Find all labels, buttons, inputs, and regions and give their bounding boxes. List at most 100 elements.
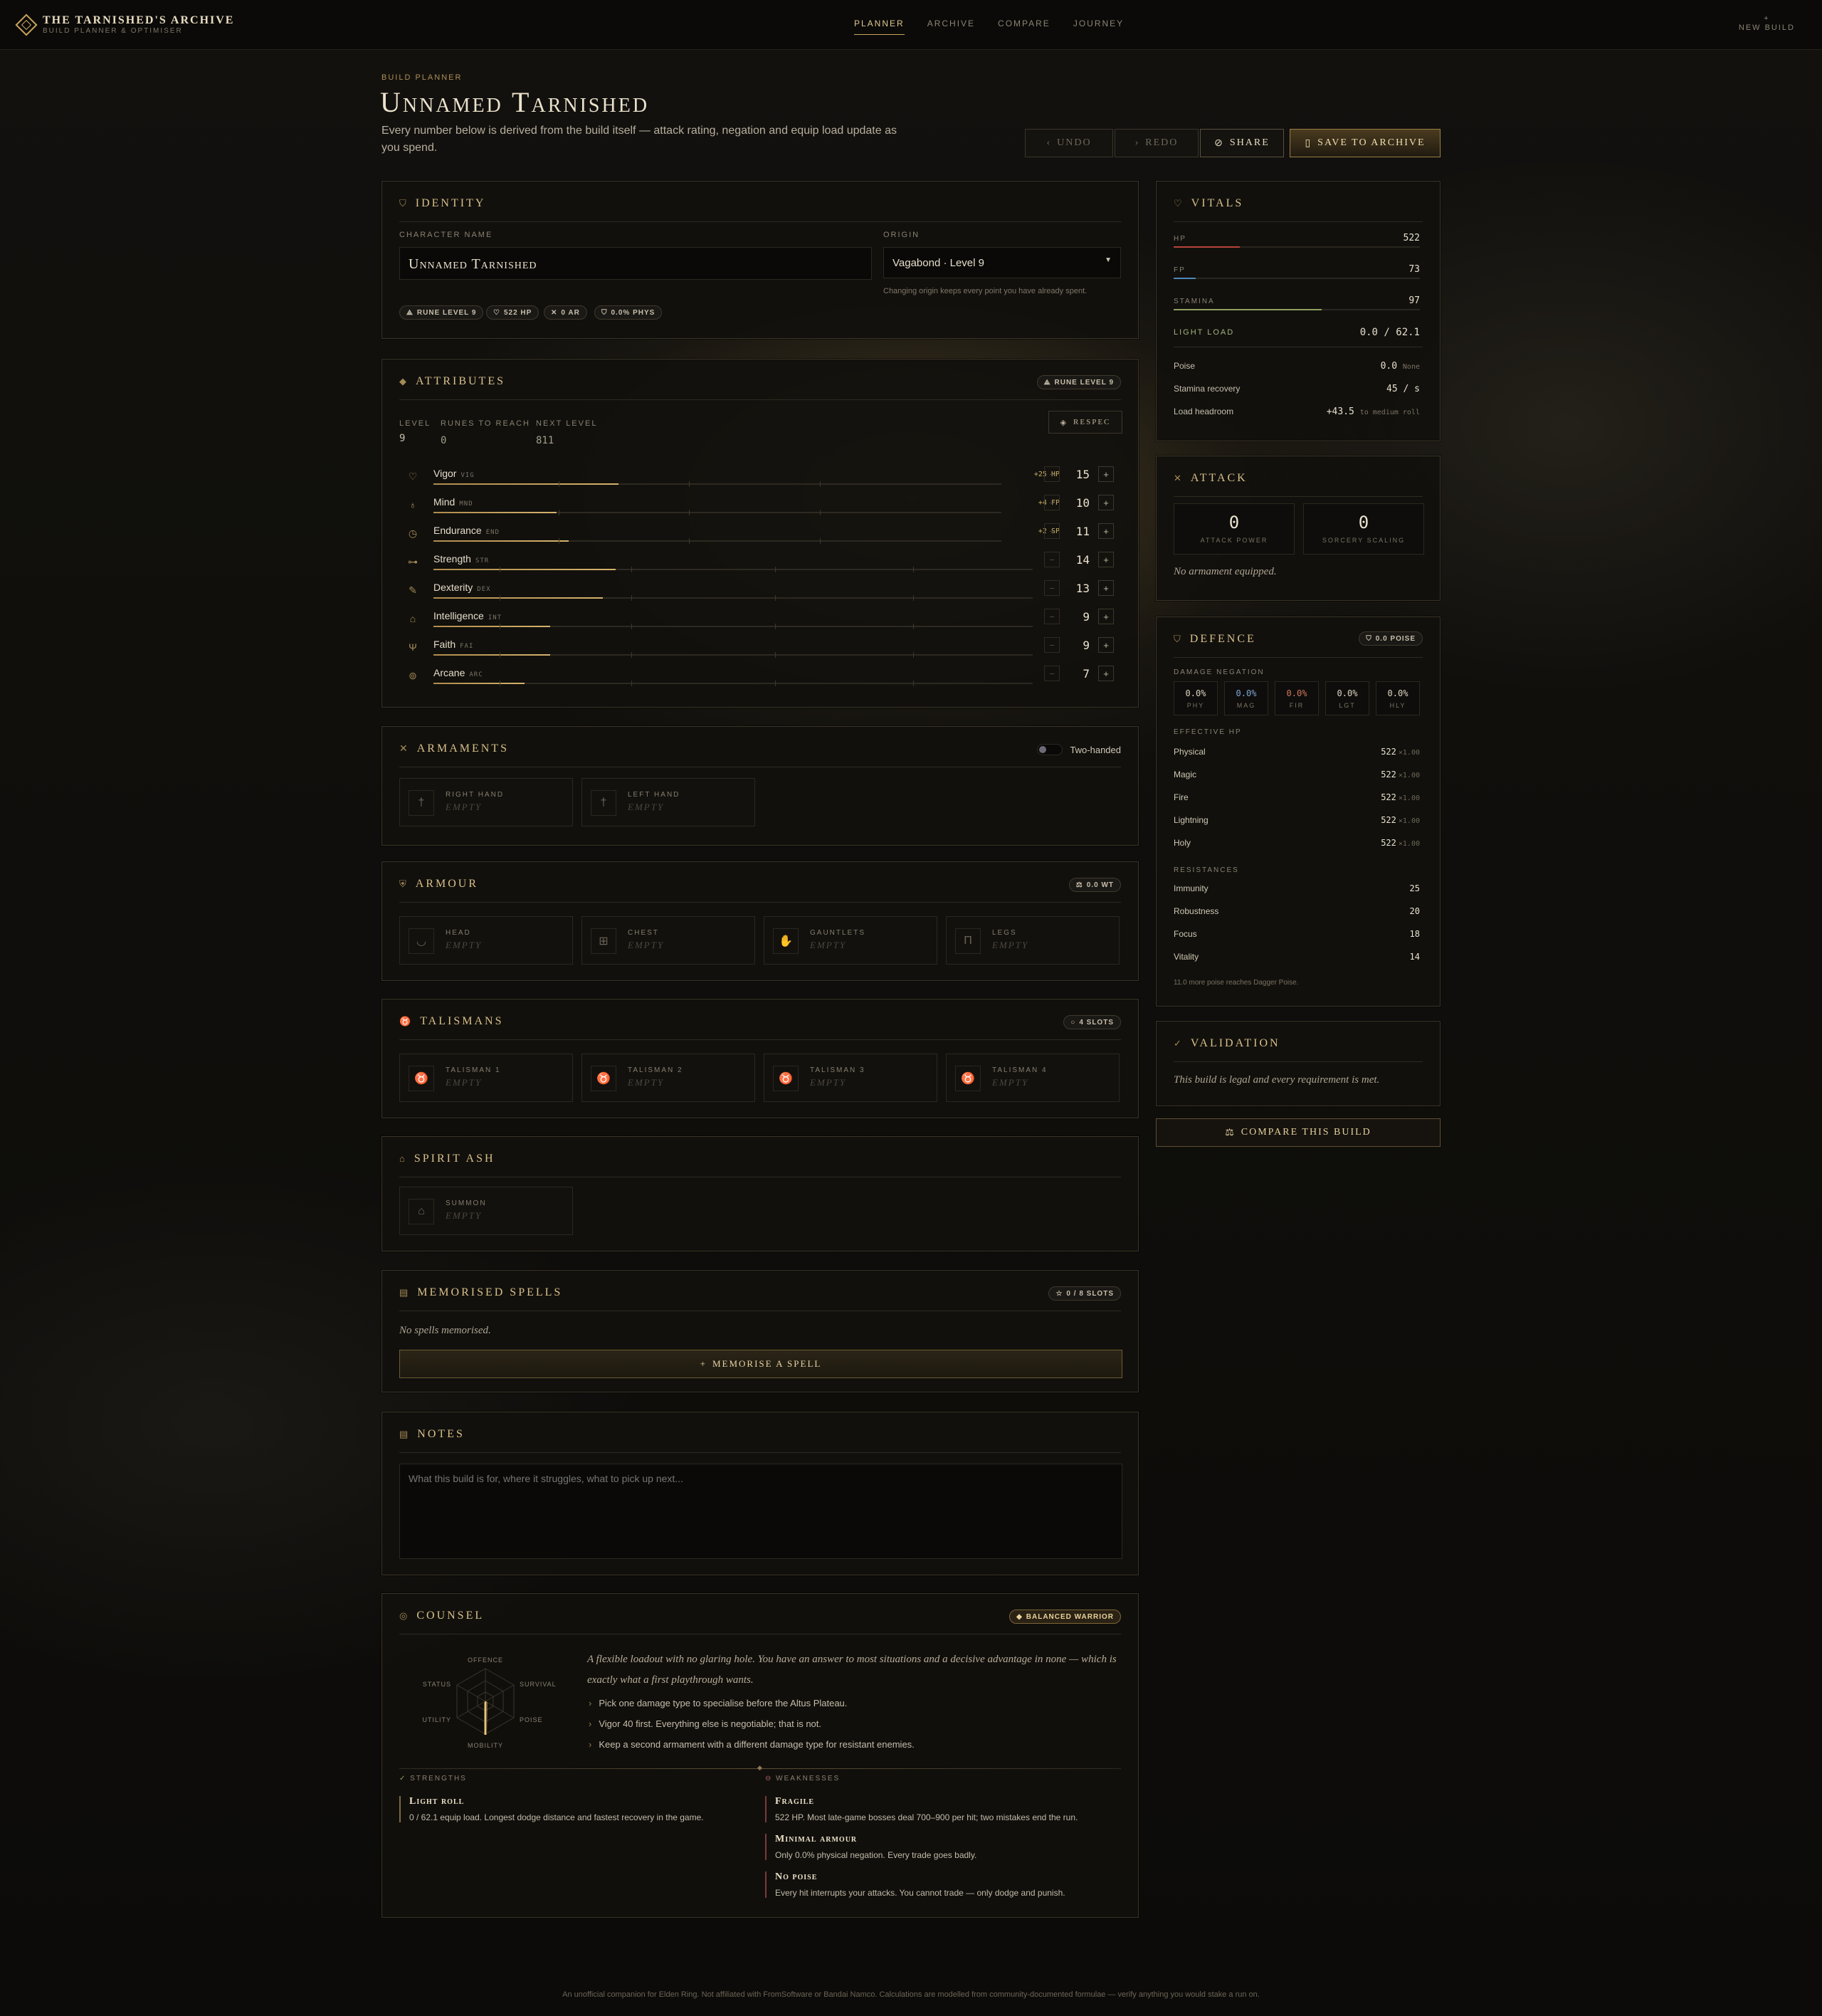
strengths-label-text: STRENGTHS [410, 1775, 467, 1783]
head-slot[interactable]: ◡ HEAD EMPTY [399, 916, 573, 965]
plus-icon: + [700, 1358, 707, 1369]
decrement-button[interactable]: − [1044, 466, 1060, 482]
attribute-value: 15 [1075, 468, 1090, 481]
attribute-fill [433, 597, 603, 599]
counsel-summary-line-1: A flexible loadout with no glaring hole.… [587, 1654, 1117, 1665]
diamond-logo-icon [15, 13, 38, 36]
increment-button[interactable]: + [1098, 495, 1114, 510]
decrement-button[interactable]: − [1044, 495, 1060, 510]
attribute-threshold-tick [913, 652, 914, 658]
attack-power-label: ATTACK POWER [1200, 537, 1268, 544]
left-hand-slot[interactable]: † LEFT HAND EMPTY [581, 778, 755, 826]
decrement-button[interactable]: − [1044, 580, 1060, 596]
decrement-button[interactable]: − [1044, 637, 1060, 653]
page-lead-line-2: you spend. [381, 142, 438, 154]
increment-button[interactable]: + [1098, 552, 1114, 567]
talisman-slot-4[interactable]: ♉ TALISMAN 4 EMPTY [946, 1054, 1120, 1102]
attribute-threshold-tick [913, 681, 914, 686]
ehp-multiplier: ×1.00 [1398, 772, 1420, 779]
radar-label-status: STATUS [423, 1681, 451, 1688]
attribute-name: Endurance END [433, 525, 500, 536]
decrement-button[interactable]: − [1044, 552, 1060, 567]
increment-button[interactable]: + [1098, 666, 1114, 681]
page-title: Unnamed Tarnished [380, 86, 650, 118]
counsel-tip: Keep a second armament with a different … [589, 1739, 914, 1750]
increment-button[interactable]: + [1098, 523, 1114, 539]
diamond-icon: ◆ [1016, 1612, 1023, 1621]
compare-build-button[interactable]: ⚖ COMPARE THIS BUILD [1156, 1118, 1441, 1147]
respec-button[interactable]: ◈ RESPEC [1048, 411, 1122, 434]
lamp-icon: ⌂ [409, 613, 416, 624]
new-build-button[interactable]: + NEW BUILD [1739, 14, 1795, 33]
shield-icon: ⛉ [399, 198, 409, 209]
slot-value: EMPTY [446, 940, 483, 950]
clock-icon: ◷ [408, 527, 418, 539]
talisman-slot-3[interactable]: ♉ TALISMAN 3 EMPTY [764, 1054, 937, 1102]
stamina-recovery-row: Stamina recovery 45 / s [1174, 384, 1420, 394]
diamond-icon: ◆ [399, 376, 409, 387]
increment-button[interactable]: + [1098, 580, 1114, 596]
attribute-fill [433, 626, 551, 627]
nav-compare[interactable]: COMPARE [998, 19, 1050, 28]
nav-archive[interactable]: ARCHIVE [927, 19, 975, 28]
load-headroom-row: Load headroom +43.5 to medium roll [1174, 406, 1420, 417]
two-handed-toggle[interactable]: Two-handed [1037, 744, 1121, 755]
toggle-switch[interactable] [1037, 744, 1063, 755]
star-icon: ☆ [1055, 1289, 1063, 1298]
origin-select[interactable]: Vagabond · Level 9 ▼ [883, 247, 1121, 278]
redo-button[interactable]: › REDO [1115, 129, 1199, 157]
sword-icon: † [591, 790, 616, 816]
talismans-title: TALISMANS [420, 1015, 504, 1027]
slot-value: EMPTY [446, 802, 483, 812]
vital-track [1174, 309, 1420, 310]
talisman-slot-2[interactable]: ♉ TALISMAN 2 EMPTY [581, 1054, 755, 1102]
negation-value: 0.0% [1387, 688, 1408, 698]
notes-textarea[interactable] [399, 1464, 1122, 1559]
nav-planner[interactable]: PLANNER [854, 19, 905, 35]
increment-button[interactable]: + [1098, 637, 1114, 653]
compare-build-label: COMPARE THIS BUILD [1241, 1127, 1371, 1138]
attribute-row-dexterity: ✎ Dexterity DEX − 13 + [399, 579, 1122, 607]
level-label: LEVEL [399, 419, 431, 428]
counsel-tip: Pick one damage type to specialise befor… [589, 1698, 847, 1708]
attack-power-value: 0 [1228, 513, 1240, 532]
resistance-row: Focus 18 [1174, 929, 1420, 939]
character-name-field[interactable]: Unnamed Tarnished [399, 247, 872, 280]
vital-fill [1174, 309, 1322, 310]
memorise-spell-button[interactable]: + MEMORISE A SPELL [399, 1350, 1122, 1378]
shield-icon: ⛉ [601, 308, 608, 317]
chest-slot[interactable]: ⊞ CHEST EMPTY [581, 916, 755, 965]
attribute-value: 9 [1083, 610, 1090, 624]
share-button[interactable]: ⊘ SHARE [1200, 129, 1284, 157]
ehp-value: 522 [1381, 792, 1396, 802]
negation-lgt: 0.0% LGT [1325, 681, 1369, 715]
app-logo[interactable]: THE TARNISHED'S ARCHIVE BUILD PLANNER & … [15, 13, 234, 36]
strength-item: Light roll 0 / 62.1 equip load. Longest d… [399, 1796, 734, 1822]
decrement-button[interactable]: − [1044, 523, 1060, 539]
ehp-multiplier: ×1.00 [1398, 794, 1420, 802]
spell-slots-label: 0 / 8 SLOTS [1066, 1289, 1114, 1298]
origin-label: ORIGIN [883, 231, 920, 239]
undo-button[interactable]: ‹ UNDO [1025, 129, 1113, 157]
save-to-archive-button[interactable]: ▯ SAVE TO ARCHIVE [1290, 129, 1441, 157]
slot-label: GAUNTLETS [810, 929, 866, 937]
summon-slot[interactable]: ⌂ SUMMON EMPTY [399, 1187, 573, 1235]
gauntlets-slot[interactable]: ✋ GAUNTLETS EMPTY [764, 916, 937, 965]
crossed-swords-icon: ✕ [399, 743, 410, 755]
weakness-item: Fragile 522 HP. Most late-game bosses dea… [765, 1796, 1121, 1822]
right-hand-slot[interactable]: † RIGHT HAND EMPTY [399, 778, 573, 826]
attribute-name: Strength STR [433, 553, 489, 565]
decrement-button[interactable]: − [1044, 609, 1060, 624]
resistance-label: Vitality [1174, 952, 1199, 962]
no-armament-text: No armament equipped. [1174, 566, 1277, 577]
increment-button[interactable]: + [1098, 609, 1114, 624]
nav-journey[interactable]: JOURNEY [1073, 19, 1124, 28]
decrement-button[interactable]: − [1044, 666, 1060, 681]
scales-icon: ⚖ [1225, 1127, 1236, 1138]
respec-label: RESPEC [1073, 418, 1111, 426]
increment-button[interactable]: + [1098, 466, 1114, 482]
weakness-desc: 522 HP. Most late-game bosses deal 700–9… [775, 1812, 1078, 1822]
attack-power-box: 0 ATTACK POWER [1174, 503, 1295, 555]
legs-slot[interactable]: Π LEGS EMPTY [946, 916, 1120, 965]
talisman-slot-1[interactable]: ♉ TALISMAN 1 EMPTY [399, 1054, 573, 1102]
